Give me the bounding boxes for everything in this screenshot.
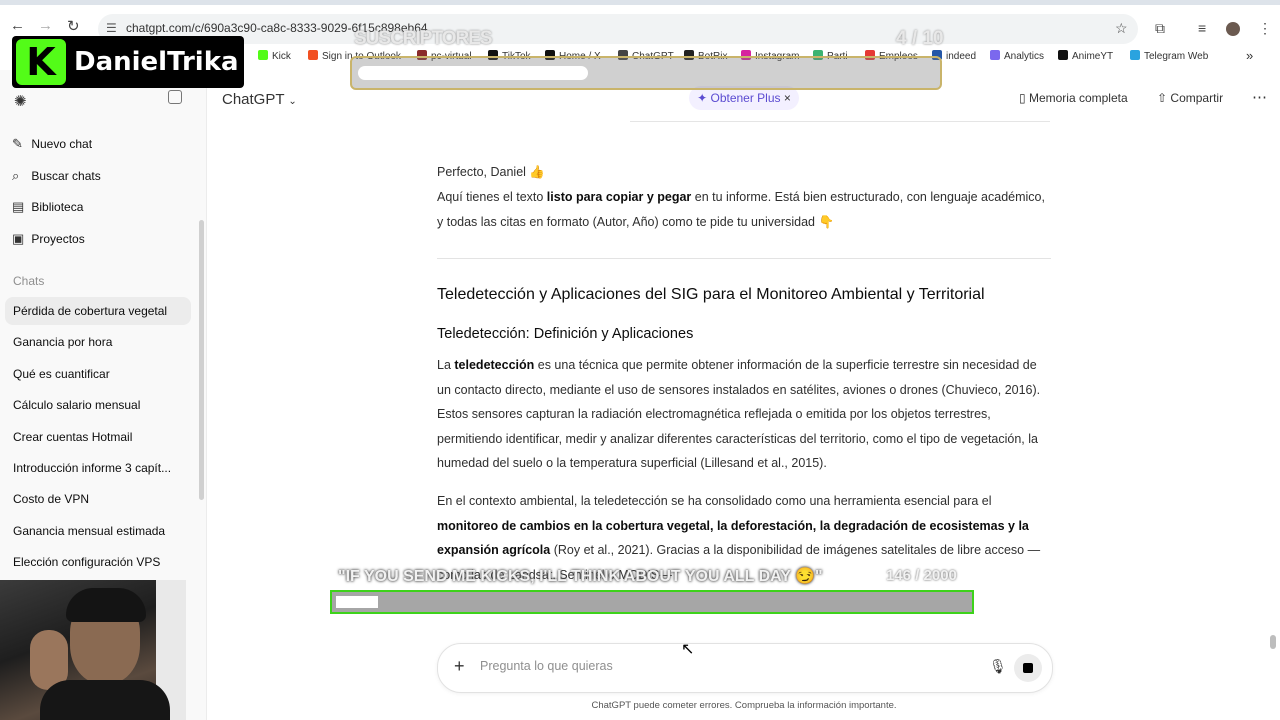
get-plus-label: ✦ Obtener Plus: [697, 91, 781, 105]
bookmark-favicon-icon: [1058, 50, 1068, 60]
back-icon[interactable]: ←: [10, 17, 25, 34]
p1-pre: La: [437, 358, 455, 372]
intro-paragraph: Aquí tienes el texto listo para copiar y…: [437, 185, 1051, 234]
star-icon[interactable]: ☆: [1115, 20, 1128, 37]
profile-avatar[interactable]: [1226, 22, 1240, 36]
search-icon: ⌕: [12, 167, 20, 183]
bookmark-item[interactable]: Kick: [258, 50, 291, 62]
sidebar-scrollbar[interactable]: [199, 220, 204, 500]
webcam-overlay: [0, 580, 186, 720]
reload-icon[interactable]: ↻: [67, 17, 80, 35]
subscribers-goal-bar: [350, 56, 942, 90]
microphone-icon[interactable]: 🎙: [989, 658, 1007, 675]
intro-bold: listo para copiar y pegar: [546, 190, 692, 204]
sidebar-nav-label: Biblioteca: [31, 200, 84, 214]
streamer-hair: [66, 588, 146, 622]
address-bar[interactable]: ☰ chatgpt.com/c/690a3c90-ca8c-8333-9029-…: [98, 14, 1138, 44]
kicks-goal-bar: [330, 590, 974, 614]
memory-status[interactable]: ▯ Memoria completa: [1019, 91, 1128, 105]
forward-icon[interactable]: →: [38, 17, 53, 34]
site-info-icon[interactable]: ☰: [106, 21, 117, 35]
p1-post: es una técnica que permite obtener infor…: [437, 358, 1041, 470]
section-heading: Teledetección y Aplicaciones del SIG par…: [437, 286, 985, 303]
bookmark-item[interactable]: Telegram Web: [1130, 50, 1208, 62]
bookmark-label: Kick: [272, 51, 291, 62]
bookmark-favicon-icon: [258, 50, 268, 60]
model-name: ChatGPT: [222, 91, 285, 108]
sidebar-nav-item[interactable]: ✎ Nuevo chat: [12, 136, 92, 152]
subscribers-goal-fill: [358, 66, 588, 80]
stop-button[interactable]: [1014, 654, 1042, 682]
plus-icon[interactable]: +: [454, 656, 465, 677]
sidebar-chat-item[interactable]: Qué es cuantificar: [5, 360, 191, 388]
model-selector[interactable]: ChatGPT ⌄: [222, 91, 297, 108]
sidebar-toggle-icon[interactable]: [168, 90, 182, 104]
streamer-shirt: [40, 680, 170, 720]
memory-label: Memoria completa: [1028, 91, 1128, 105]
subscribers-goal-count: 4 / 10: [896, 28, 944, 49]
more-options-icon[interactable]: ⋯: [1252, 88, 1267, 106]
share-button[interactable]: ⇧ Compartir: [1157, 91, 1223, 105]
sidebar-chat-item[interactable]: Introducción informe 3 capít...: [5, 454, 191, 482]
disclaimer-text: ChatGPT puede cometer errores. Comprueba…: [591, 700, 897, 711]
openai-logo-icon[interactable]: ✺: [14, 92, 27, 110]
subsection-heading: Teledetección: Definición y Aplicaciones: [437, 326, 694, 342]
sidebar-nav-label: Buscar chats: [31, 168, 101, 183]
composer: + 🎙: [437, 643, 1053, 693]
divider: [437, 258, 1051, 259]
intro-pre: Aquí tienes el texto: [437, 190, 547, 204]
library-icon: ▤: [12, 199, 25, 214]
bookmark-favicon-icon: [990, 50, 1000, 60]
bookmark-favicon-icon: [308, 50, 318, 60]
sidebar-chat-item[interactable]: Pérdida de cobertura vegetal: [5, 297, 191, 325]
subscribers-goal-label: SUSCRIPTORES: [354, 28, 493, 49]
sidebar-chat-item[interactable]: Costo de VPN: [5, 485, 191, 513]
streamer-name: DanielTrika: [74, 47, 239, 77]
close-icon[interactable]: ×: [784, 91, 791, 105]
sidebar-chat-item[interactable]: Crear cuentas Hotmail: [5, 423, 191, 451]
divider: [630, 121, 1050, 122]
bookmark-label: Telegram Web: [1144, 51, 1209, 62]
share-label: Compartir: [1170, 91, 1224, 105]
kicks-goal-count: 146 / 2000: [886, 567, 957, 584]
bookmark-label: AnimeYT: [1072, 51, 1114, 62]
sidebar-nav-item[interactable]: ▣ Proyectos: [12, 231, 85, 247]
greeting-text: Perfecto, Daniel 👍: [437, 165, 545, 179]
prompt-input[interactable]: [478, 658, 962, 674]
chats-section-label: Chats: [13, 274, 45, 288]
bookmark-favicon-icon: [1130, 50, 1140, 60]
bookmark-item[interactable]: Analytics: [990, 50, 1044, 62]
paragraph-1: La teledetección es una técnica que perm…: [437, 353, 1051, 476]
kick-logo-icon: K: [16, 39, 66, 85]
sidebar-chat-item[interactable]: Ganancia por hora: [5, 328, 191, 356]
kicks-goal-fill: [336, 596, 378, 608]
sidebar-nav-label: Proyectos: [31, 231, 85, 246]
bookmarks-overflow-icon[interactable]: »: [1246, 48, 1253, 63]
sidebar-nav-item[interactable]: ▤ Biblioteca: [12, 199, 83, 215]
mouse-cursor-icon: ↖: [681, 641, 695, 658]
menu-dots-icon[interactable]: ⋮: [1258, 20, 1272, 37]
bookmark-label: indeed: [946, 51, 977, 62]
share-icon: ⇧: [1157, 91, 1168, 105]
new-chat-icon: ✎: [12, 136, 23, 151]
extensions-icon[interactable]: ⧉: [1155, 20, 1165, 37]
media-icon[interactable]: ≡: [1198, 20, 1206, 36]
kicks-goal-label: "IF YOU SEND ME KICKS, I'LL THINK ABOUT …: [338, 568, 823, 585]
sidebar-chat-item[interactable]: Ganancia mensual estimada: [5, 517, 191, 545]
bookmark-item[interactable]: AnimeYT: [1058, 50, 1113, 62]
sidebar-chat-item[interactable]: Elección configuración VPS: [5, 548, 191, 576]
sidebar-chat-item[interactable]: Cálculo salario mensual: [5, 391, 191, 419]
sidebar-nav-item[interactable]: ⌕ Buscar chats: [12, 168, 101, 184]
chevron-down-icon: ⌄: [288, 96, 297, 107]
projects-icon: ▣: [12, 230, 25, 246]
main-scrollbar[interactable]: [1270, 635, 1276, 649]
p2-pre: En el contexto ambiental, la teledetecci…: [437, 494, 992, 508]
sidebar-nav-label: Nuevo chat: [31, 137, 93, 151]
p1-bold: teledetección: [454, 358, 535, 372]
stop-icon: [1023, 663, 1033, 673]
bookmark-label: Analytics: [1004, 51, 1045, 62]
streamer-logo: K DanielTrika: [12, 36, 244, 88]
memory-icon: ▯: [1019, 91, 1026, 105]
